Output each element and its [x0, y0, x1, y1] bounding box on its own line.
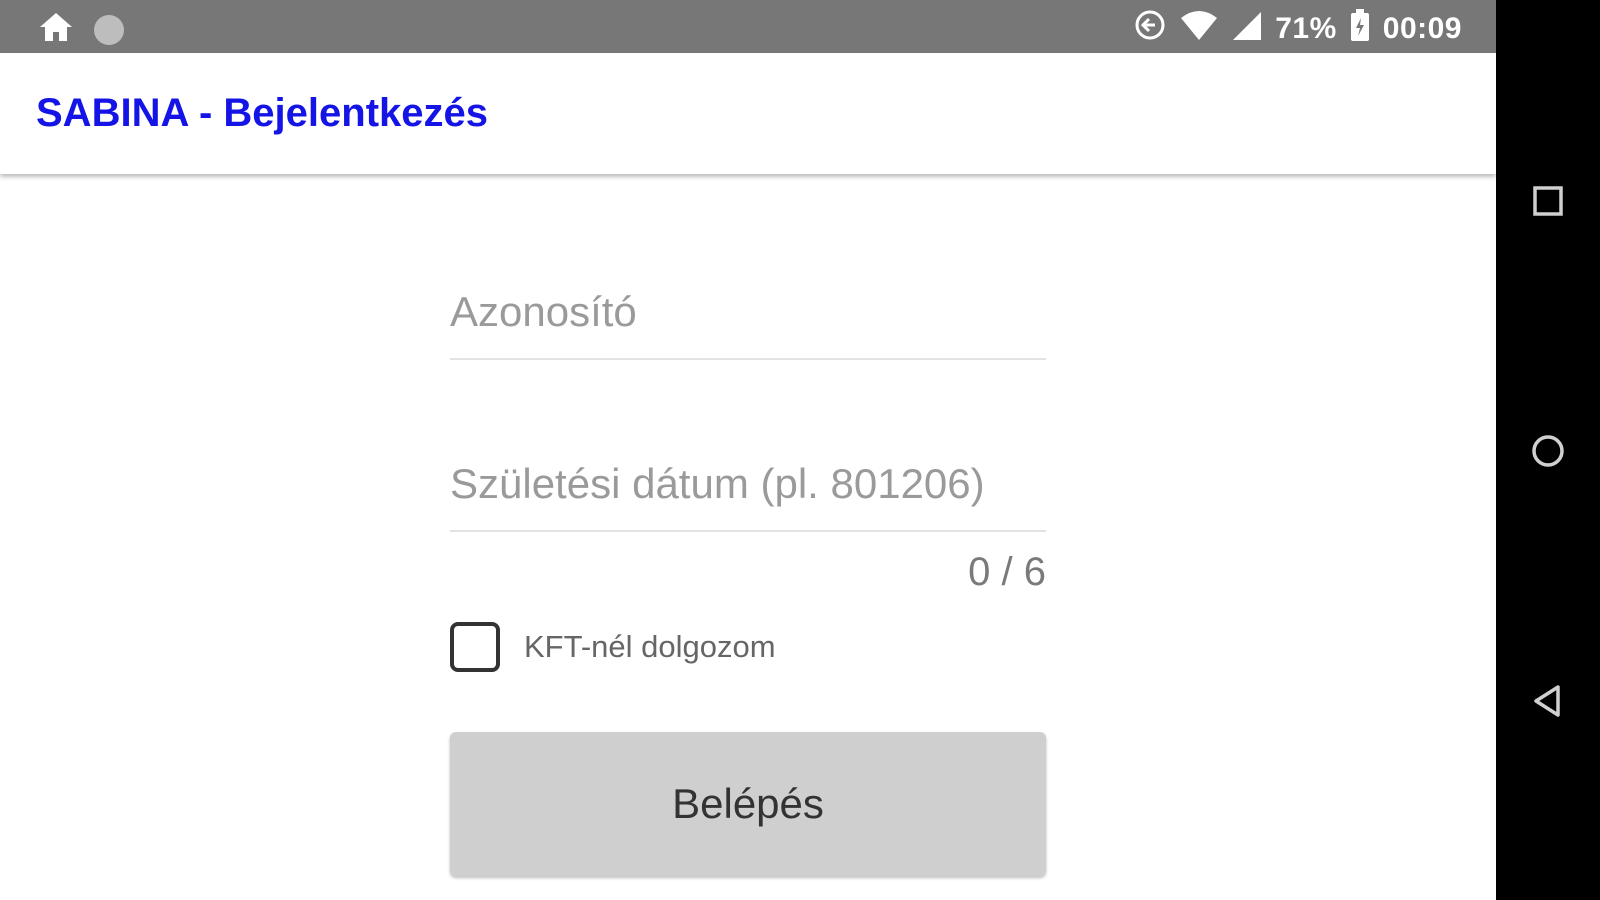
battery-icon: [1349, 8, 1371, 50]
recent-apps-icon[interactable]: [1527, 180, 1569, 222]
birthdate-field-container: [450, 442, 1046, 532]
id-field-container: [450, 270, 1046, 360]
kft-checkbox[interactable]: [450, 622, 500, 672]
birthdate-input[interactable]: [450, 460, 1040, 508]
cellular-signal-icon: [1231, 8, 1263, 50]
kft-checkbox-row[interactable]: KFT-nél dolgozom: [450, 618, 1046, 676]
page-title: SABINA - Bejelentkezés: [36, 91, 488, 135]
login-button[interactable]: Belépés: [450, 732, 1046, 876]
clock: 00:09: [1382, 12, 1462, 45]
char-counter: 0 / 6: [968, 550, 1046, 594]
notification-dot-icon: [94, 14, 124, 45]
home-icon: [38, 10, 74, 49]
status-bar-right: 71% 00:09: [1133, 8, 1462, 50]
back-icon[interactable]: [1527, 680, 1569, 722]
status-bar-left: [38, 10, 124, 49]
login-form: 0 / 6 KFT-nél dolgozom Belépés: [450, 270, 1046, 876]
wifi-icon: [1179, 8, 1219, 50]
sync-icon: [1133, 8, 1167, 50]
battery-level: 71%: [1275, 12, 1337, 45]
kft-checkbox-label: KFT-nél dolgozom: [524, 629, 776, 664]
home-circle-icon[interactable]: [1527, 430, 1569, 472]
app-screen: 71% 00:09 SABINA - Bejelentkezés 0 / 6 K…: [0, 0, 1496, 900]
app-bar: SABINA - Bejelentkezés: [0, 53, 1496, 174]
system-nav-bar: [1496, 0, 1600, 900]
status-bar: 71% 00:09: [0, 0, 1496, 53]
id-input[interactable]: [450, 288, 1040, 336]
